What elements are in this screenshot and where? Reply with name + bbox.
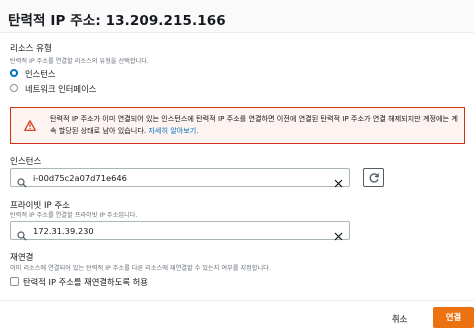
dialog-header: 탄력적 IP 주소: 13.209.215.166 (0, 0, 474, 33)
reassociation-checkbox[interactable] (10, 277, 19, 286)
refresh-button[interactable] (363, 168, 384, 187)
radio-instance-label[interactable]: 인스턴스 (25, 68, 56, 80)
close-icon[interactable] (334, 173, 343, 192)
refresh-icon (369, 173, 379, 183)
reassociation-label: 재연결 (10, 253, 34, 263)
private-ip-description: 탄력적 IP 주소를 연결할 프라이빗 IP 주소입니다. (10, 212, 138, 219)
footer-divider (0, 300, 474, 301)
page-title: 탄력적 IP 주소: 13.209.215.166 (8, 13, 226, 29)
reassociation-checkbox-label[interactable]: 탄력적 IP 주소를 재연결하도록 허용 (23, 276, 148, 288)
instance-select[interactable]: i-00d75c2a07d71e646 (10, 168, 350, 188)
associate-button[interactable]: 연결 (433, 307, 474, 328)
radio-instance[interactable] (10, 69, 18, 77)
radio-network-interface[interactable] (10, 84, 18, 92)
private-ip-select[interactable]: 172.31.39.230 (10, 221, 350, 241)
private-ip-value: 172.31.39.230 (33, 226, 94, 236)
resource-type-label: 리소스 유형 (10, 44, 52, 54)
close-icon[interactable] (334, 226, 343, 245)
instance-value: i-00d75c2a07d71e646 (33, 173, 127, 183)
radio-network-interface-label[interactable]: 네트워크 인터페이스 (25, 83, 96, 95)
search-icon (17, 226, 27, 245)
resource-type-description: 탄력적 IP 주소를 연결할 리소스의 유형을 선택합니다. (10, 58, 149, 65)
reassociation-description: 이미 리소스에 연결되어 있는 탄력적 IP 주소를 다른 리소스에 재연결할 … (10, 265, 271, 272)
alert-message: 탄력적 IP 주소가 이미 연결되어 있는 인스턴스에 탄력적 IP 주소를 연… (50, 113, 460, 137)
warning-alert: 탄력적 IP 주소가 이미 연결되어 있는 인스턴스에 탄력적 IP 주소를 연… (10, 107, 465, 144)
instance-label: 인스턴스 (10, 157, 42, 167)
warning-icon (24, 116, 36, 135)
search-icon (17, 173, 27, 192)
learn-more-link[interactable]: 자세히 알아보기. (148, 126, 198, 135)
alert-text: 탄력적 IP 주소가 이미 연결되어 있는 인스턴스에 탄력적 IP 주소를 연… (50, 114, 458, 135)
cancel-button[interactable]: 취소 (392, 313, 407, 325)
